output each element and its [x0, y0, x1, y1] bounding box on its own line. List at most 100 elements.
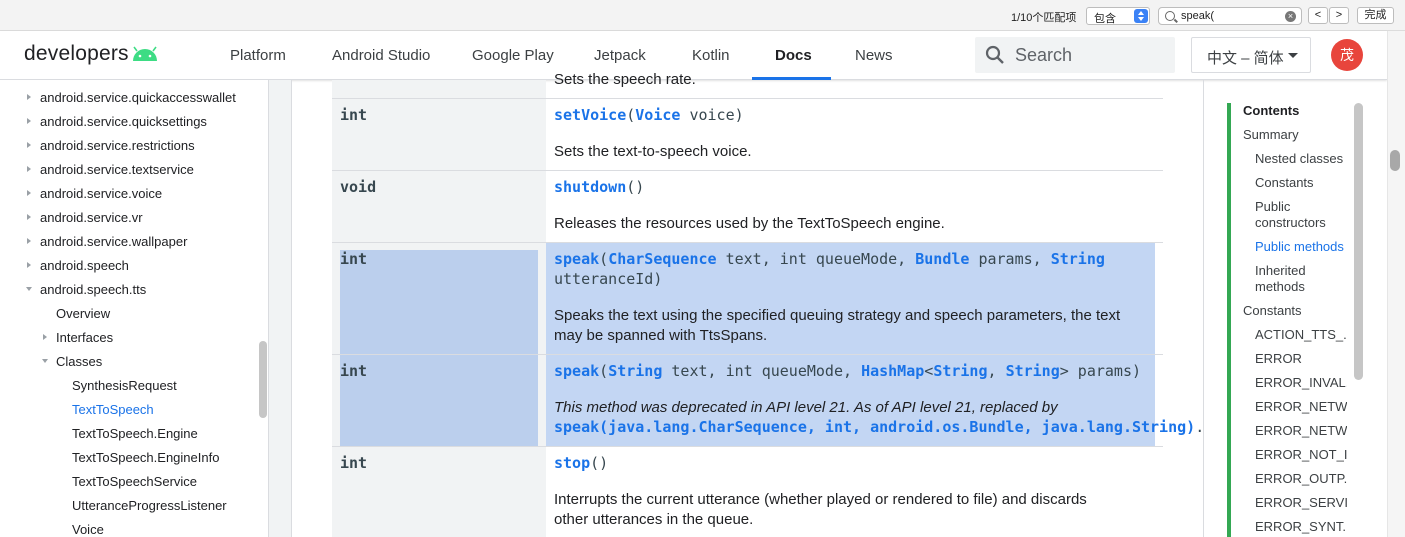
nav-kotlin[interactable]: Kotlin [692, 47, 730, 64]
search-input[interactable]: Search [975, 37, 1175, 73]
left-nav: android.service.quickaccesswallet androi… [0, 80, 268, 537]
language-value: 中文 – 简体 [1207, 50, 1284, 67]
toc-item[interactable]: Constants [1243, 303, 1302, 319]
match-mode-select[interactable]: 包含 [1086, 7, 1150, 25]
nav-google-play[interactable]: Google Play [472, 47, 554, 64]
nav-package-item[interactable]: android.service.voice [40, 186, 162, 201]
expand-arrow-icon[interactable] [43, 334, 47, 340]
language-select[interactable]: 中文 – 简体 [1191, 37, 1311, 73]
nav-android-studio[interactable]: Android Studio [332, 47, 430, 64]
nav-package-item[interactable]: android.speech.tts [40, 282, 146, 297]
nav-overview[interactable]: Overview [56, 306, 110, 321]
nav-interfaces[interactable]: Interfaces [56, 330, 113, 345]
nav-class-item-selected[interactable]: TextToSpeech [72, 402, 154, 417]
nav-package-item[interactable]: android.service.restrictions [40, 138, 195, 153]
expand-arrow-icon[interactable] [27, 118, 31, 124]
method-signature: speak(CharSequence text, int queueMode, … [554, 250, 1105, 268]
toc-item-active[interactable]: Public methods [1255, 239, 1344, 255]
page-scrollbar-track[interactable] [1387, 31, 1405, 537]
type-link[interactable]: String [1006, 362, 1060, 380]
type-link[interactable]: String [933, 362, 987, 380]
type-link[interactable]: String [608, 362, 662, 380]
nav-package-item[interactable]: android.service.textservice [40, 162, 194, 177]
find-query: speak( [1181, 10, 1215, 22]
nav-package-item[interactable]: android.service.vr [40, 210, 143, 225]
nav-package-item[interactable]: android.service.quicksettings [40, 114, 207, 129]
prev-match-button[interactable]: < [1308, 7, 1328, 24]
nav-class-item[interactable]: UtteranceProgressListener [72, 498, 227, 513]
return-type: int [340, 106, 368, 124]
replacement-method-link[interactable]: speak(java.lang.CharSequence, int, andro… [554, 418, 1195, 436]
method-link[interactable]: stop [554, 454, 590, 472]
clear-icon[interactable]: × [1285, 11, 1296, 22]
type-link[interactable]: Voice [635, 106, 680, 124]
deprecation-link-line: speak(java.lang.CharSequence, int, andro… [554, 418, 1205, 436]
toc-item[interactable]: ERROR [1255, 351, 1347, 367]
nav-news[interactable]: News [855, 47, 893, 64]
toc-item[interactable]: ERROR_INVAL... [1255, 375, 1347, 391]
logo-text[interactable]: developers [24, 42, 129, 66]
expand-arrow-icon[interactable] [27, 142, 31, 148]
row-divider [332, 170, 1163, 171]
nav-class-item[interactable]: TextToSpeech.EngineInfo [72, 450, 219, 465]
nav-package-item[interactable]: android.service.wallpaper [40, 234, 187, 249]
method-link[interactable]: setVoice [554, 106, 626, 124]
find-input[interactable]: speak( × [1158, 7, 1302, 25]
next-match-button[interactable]: > [1329, 7, 1349, 24]
toc-item[interactable]: ERROR_SERVI... [1255, 495, 1347, 511]
expand-arrow-icon[interactable] [27, 262, 31, 268]
type-link[interactable]: CharSequence [608, 250, 716, 268]
search-icon [1165, 11, 1175, 21]
method-link[interactable]: speak [554, 362, 599, 380]
nav-class-item[interactable]: Voice [72, 522, 104, 537]
toc-item[interactable]: ERROR_SYNT... [1255, 519, 1347, 535]
nav-classes[interactable]: Classes [56, 354, 102, 369]
expand-arrow-icon[interactable] [27, 238, 31, 244]
nav-package-item[interactable]: android.speech [40, 258, 129, 273]
toc-item[interactable]: Inherited methods [1255, 263, 1335, 295]
toc-item[interactable]: Public constructors [1255, 199, 1345, 231]
collapse-arrow-icon[interactable] [42, 359, 48, 363]
active-tab-indicator [752, 77, 831, 80]
toc-item[interactable]: ERROR_NETW... [1255, 423, 1347, 439]
expand-arrow-icon[interactable] [27, 94, 31, 100]
match-count: 1/10个匹配项 [1011, 12, 1077, 24]
type-link[interactable]: HashMap [861, 362, 924, 380]
type-link[interactable]: String [1051, 250, 1105, 268]
method-link[interactable]: speak [554, 250, 599, 268]
collapse-arrow-icon[interactable] [26, 287, 32, 291]
toc-item[interactable]: Summary [1243, 127, 1299, 143]
toc-item[interactable]: ERROR_NOT_I... [1255, 447, 1347, 463]
toc-item[interactable]: ACTION_TTS_... [1255, 327, 1347, 343]
nav-platform[interactable]: Platform [230, 47, 286, 64]
toc-item[interactable]: Constants [1255, 175, 1314, 191]
toc-item[interactable]: Nested classes [1255, 151, 1343, 167]
type-link[interactable]: Bundle [915, 250, 969, 268]
toc-scrollbar[interactable] [1354, 103, 1363, 380]
chevron-down-icon [1288, 53, 1298, 58]
nav-jetpack[interactable]: Jetpack [594, 47, 646, 64]
select-arrows-icon [1134, 9, 1148, 23]
toc-item[interactable]: ERROR_NETW... [1255, 399, 1347, 415]
nav-class-item[interactable]: TextToSpeechService [72, 474, 197, 489]
nav-package-item[interactable]: android.service.quickaccesswallet [40, 90, 236, 105]
done-button[interactable]: 完成 [1357, 7, 1394, 24]
return-type: int [340, 250, 368, 268]
avatar[interactable]: 茂 [1331, 39, 1363, 71]
page-scrollbar-thumb[interactable] [1390, 150, 1400, 171]
search-icon [985, 45, 1004, 64]
method-description: Interrupts the current utterance (whethe… [554, 491, 1087, 528]
toc-item[interactable]: ERROR_OUTP... [1255, 471, 1347, 487]
method-link[interactable]: shutdown [554, 178, 626, 196]
expand-arrow-icon[interactable] [27, 214, 31, 220]
row-divider [332, 446, 1163, 447]
expand-arrow-icon[interactable] [27, 190, 31, 196]
nav-class-item[interactable]: SynthesisRequest [72, 378, 177, 393]
return-type: int [340, 454, 368, 472]
left-nav-scrollbar[interactable] [259, 341, 267, 418]
deprecation-note: This method was deprecated in API level … [554, 399, 1058, 416]
nav-class-item[interactable]: TextToSpeech.Engine [72, 426, 198, 441]
expand-arrow-icon[interactable] [27, 166, 31, 172]
nav-docs[interactable]: Docs [775, 47, 812, 64]
search-placeholder: Search [1015, 45, 1073, 65]
